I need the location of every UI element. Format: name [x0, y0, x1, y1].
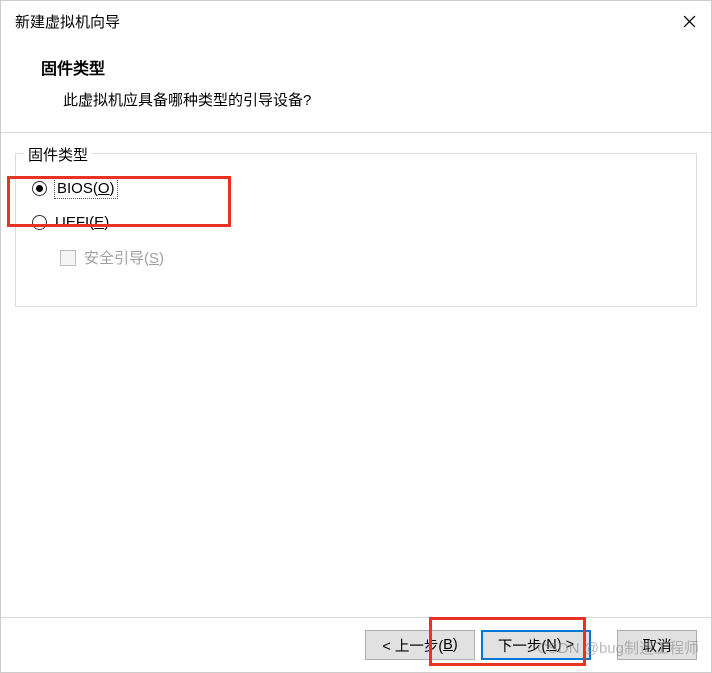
checkbox-secure-boot: 安全引导(S): [60, 247, 680, 268]
page-heading: 固件类型: [41, 55, 711, 79]
next-button[interactable]: 下一步(N) >: [481, 630, 591, 660]
content-area: 固件类型 BIOS(O) UEFI(E) 安全引导(S): [1, 133, 711, 307]
cancel-button[interactable]: 取消: [617, 630, 697, 660]
back-button[interactable]: < 上一步(B): [365, 630, 475, 660]
close-icon[interactable]: [681, 13, 697, 29]
button-bar: < 上一步(B) 下一步(N) > 取消: [1, 617, 711, 672]
titlebar: 新建虚拟机向导: [1, 1, 711, 41]
radio-icon: [32, 181, 47, 196]
checkbox-secure-boot-label: 安全引导(S): [84, 247, 164, 268]
checkbox-icon: [60, 250, 76, 266]
firmware-type-group: 固件类型 BIOS(O) UEFI(E) 安全引导(S): [15, 153, 697, 307]
group-legend: 固件类型: [24, 144, 92, 165]
window-title: 新建虚拟机向导: [15, 11, 120, 32]
radio-uefi-label: UEFI(E): [55, 214, 109, 231]
page-subtext: 此虚拟机应具备哪种类型的引导设备?: [41, 89, 711, 110]
radio-icon: [32, 215, 47, 230]
radio-bios-label: BIOS(O): [55, 179, 117, 198]
radio-uefi[interactable]: UEFI(E): [32, 214, 680, 231]
radio-bios[interactable]: BIOS(O): [32, 179, 680, 198]
wizard-header: 固件类型 此虚拟机应具备哪种类型的引导设备?: [1, 41, 711, 132]
